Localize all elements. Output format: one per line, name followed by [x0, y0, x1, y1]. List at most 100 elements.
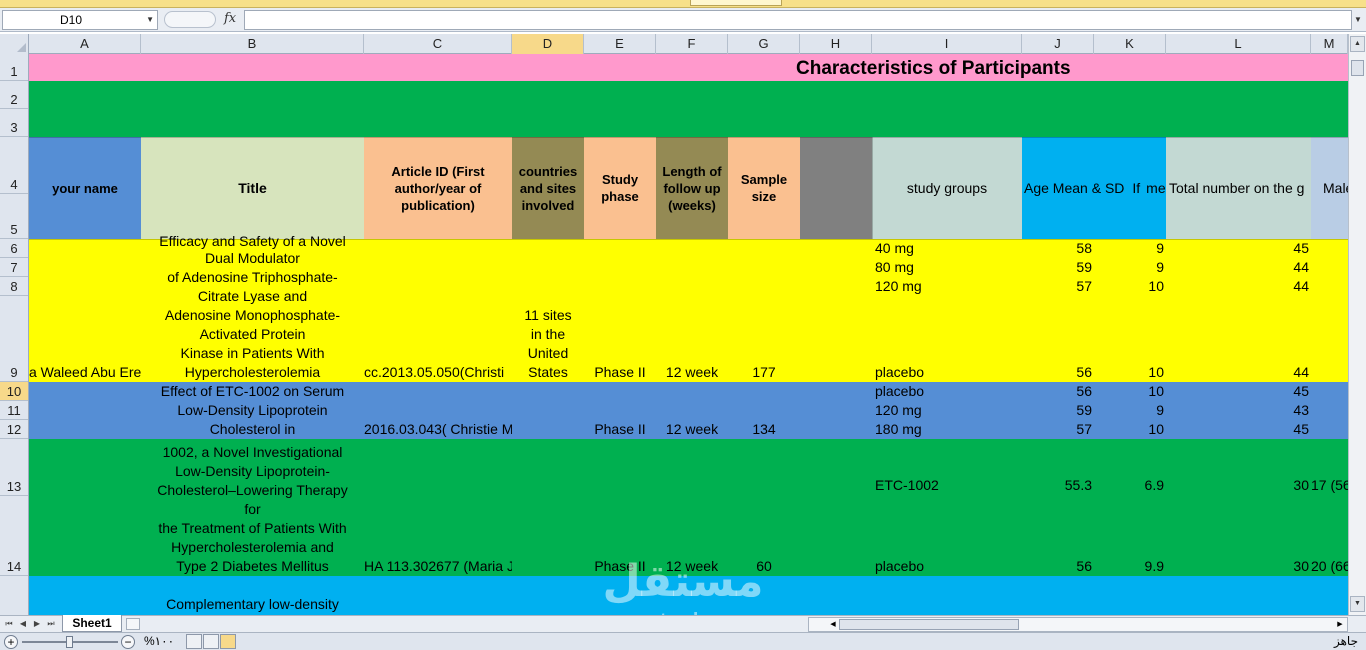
study1-total[interactable]: 44: [1166, 258, 1309, 277]
vertical-scrollbar[interactable]: ▲ ▼: [1348, 34, 1366, 615]
normal-view-icon[interactable]: [220, 634, 236, 649]
study2-title-line[interactable]: Cholesterol in: [141, 420, 364, 439]
study3-age[interactable]: 56: [1022, 557, 1092, 576]
study1-phase[interactable]: Phase II: [584, 363, 656, 382]
last-sheet-icon[interactable]: ⏭: [45, 616, 57, 632]
study3-age[interactable]: 55.3: [1022, 476, 1092, 495]
study3-phase[interactable]: Phase II: [584, 557, 656, 576]
study1-sd[interactable]: 9: [1094, 258, 1164, 277]
study1-age[interactable]: 58: [1022, 239, 1092, 258]
row-header-8[interactable]: 8: [0, 277, 28, 296]
study1-title-line[interactable]: Citrate Lyase and: [141, 287, 364, 306]
study3-title-line[interactable]: Hypercholesterolemia and: [141, 538, 364, 557]
header-article-id[interactable]: Article ID (First author/year of publica…: [364, 137, 512, 239]
sheet-title[interactable]: Characteristics of Participants: [796, 58, 1071, 80]
study3-length[interactable]: 12 week: [656, 557, 728, 576]
study2-total[interactable]: 45: [1166, 382, 1309, 401]
study1-countries-line[interactable]: in the: [512, 325, 584, 344]
study2-group[interactable]: placebo: [875, 382, 924, 401]
study1-total[interactable]: 44: [1166, 363, 1309, 382]
study2-sample[interactable]: 134: [728, 420, 800, 439]
zoom-in-icon[interactable]: +: [4, 635, 18, 649]
study2-total[interactable]: 43: [1166, 401, 1309, 420]
vertical-scroll-thumb[interactable]: [1351, 60, 1364, 76]
study1-countries-line[interactable]: States: [512, 363, 584, 382]
row-header-5[interactable]: 5: [0, 194, 28, 239]
column-header-a[interactable]: A: [29, 34, 141, 54]
column-header-e[interactable]: E: [584, 34, 656, 54]
header-study-groups[interactable]: study groups: [872, 137, 1022, 239]
select-all-button[interactable]: [0, 34, 29, 54]
horizontal-scroll-thumb[interactable]: [839, 619, 1019, 630]
header-study-phase[interactable]: Study phase: [584, 137, 656, 239]
study2-age[interactable]: 59: [1022, 401, 1092, 420]
column-header-k[interactable]: K: [1094, 34, 1166, 54]
row-header-14[interactable]: 14: [0, 496, 28, 576]
sheet-tab-sheet1[interactable]: Sheet1: [62, 615, 122, 632]
study2-group[interactable]: 120 mg: [875, 401, 922, 420]
row-header-7[interactable]: 7: [0, 258, 28, 277]
column-header-b[interactable]: B: [141, 34, 364, 54]
study1-sd[interactable]: 10: [1094, 363, 1164, 382]
study1-total[interactable]: 45: [1166, 239, 1309, 258]
study1-group[interactable]: 40 mg: [875, 239, 914, 258]
column-header-j[interactable]: J: [1022, 34, 1094, 54]
worksheet-grid[interactable]: Characteristics of Participants your nam…: [29, 54, 1348, 615]
study3-sd[interactable]: 6.9: [1094, 476, 1164, 495]
study3-title-line[interactable]: Type 2 Diabetes Mellitus: [141, 557, 364, 576]
zoom-level[interactable]: %١٠٠: [144, 634, 174, 648]
header-your-name[interactable]: your name: [29, 137, 141, 239]
study2-phase[interactable]: Phase II: [584, 420, 656, 439]
scroll-right-icon[interactable]: ▶: [1333, 618, 1347, 631]
study3-title-line[interactable]: Low-Density Lipoprotein-: [141, 462, 364, 481]
formula-cancel-enter-area[interactable]: [164, 11, 216, 28]
study1-group[interactable]: placebo: [875, 363, 924, 382]
study1-article-id[interactable]: cc.2013.05.050(Christi: [364, 363, 512, 382]
study1-sd[interactable]: 10: [1094, 277, 1164, 296]
column-header-f[interactable]: F: [656, 34, 728, 54]
zoom-slider-thumb[interactable]: [66, 636, 73, 648]
row-header-4[interactable]: 4: [0, 137, 28, 194]
study3-group[interactable]: placebo: [875, 557, 924, 576]
study1-age[interactable]: 56: [1022, 363, 1092, 382]
study1-group[interactable]: 120 mg: [875, 277, 922, 296]
study1-countries-line[interactable]: 11 sites: [512, 306, 584, 325]
study2-sd[interactable]: 10: [1094, 382, 1164, 401]
header-countries[interactable]: countries and sites involved: [512, 137, 584, 239]
horizontal-scrollbar[interactable]: ◀ ▶: [808, 617, 1348, 632]
row-header-11[interactable]: 11: [0, 401, 28, 420]
row-header-15[interactable]: [0, 576, 28, 615]
study3-total[interactable]: 30: [1166, 557, 1309, 576]
column-header-i[interactable]: I: [872, 34, 1022, 54]
row-header-6[interactable]: 6: [0, 239, 28, 258]
header-length-follow-up[interactable]: Length of follow up (weeks): [656, 137, 728, 239]
study1-countries-line[interactable]: United: [512, 344, 584, 363]
study1-age[interactable]: 57: [1022, 277, 1092, 296]
study3-title-line[interactable]: Cholesterol–Lowering Therapy: [141, 481, 364, 500]
prev-sheet-icon[interactable]: ◀: [17, 616, 29, 632]
scroll-down-icon[interactable]: ▼: [1350, 596, 1365, 612]
header-male[interactable]: Male: [1311, 137, 1348, 239]
column-header-c[interactable]: C: [364, 34, 512, 54]
column-header-m[interactable]: M: [1311, 34, 1348, 54]
study3-title-line[interactable]: the Treatment of Patients With: [141, 519, 364, 538]
row-header-10[interactable]: 10: [0, 382, 28, 401]
study3-group[interactable]: ETC-1002: [875, 476, 939, 495]
row-header-12[interactable]: 12: [0, 420, 28, 439]
study3-male[interactable]: 20 (66: [1311, 557, 1348, 576]
header-title[interactable]: Title: [141, 137, 364, 239]
study1-title-line[interactable]: Dual Modulator: [141, 249, 364, 268]
study2-article-id[interactable]: 2016.03.043( Christie M: [364, 420, 512, 439]
first-sheet-icon[interactable]: ⏮: [3, 616, 15, 632]
study1-total[interactable]: 44: [1166, 277, 1309, 296]
row-header-1[interactable]: 1: [0, 54, 28, 81]
study2-sd[interactable]: 9: [1094, 401, 1164, 420]
column-header-l[interactable]: L: [1166, 34, 1311, 54]
study4-title-line[interactable]: Complementary low-density: [141, 595, 364, 614]
study1-group[interactable]: 80 mg: [875, 258, 914, 277]
formula-input[interactable]: [244, 10, 1352, 30]
study1-title-line[interactable]: Activated Protein: [141, 325, 364, 344]
zoom-out-icon[interactable]: −: [121, 635, 135, 649]
study1-title-line[interactable]: Hypercholesterolemia: [141, 363, 364, 382]
header-total-number[interactable]: Total number on the g: [1166, 137, 1311, 239]
